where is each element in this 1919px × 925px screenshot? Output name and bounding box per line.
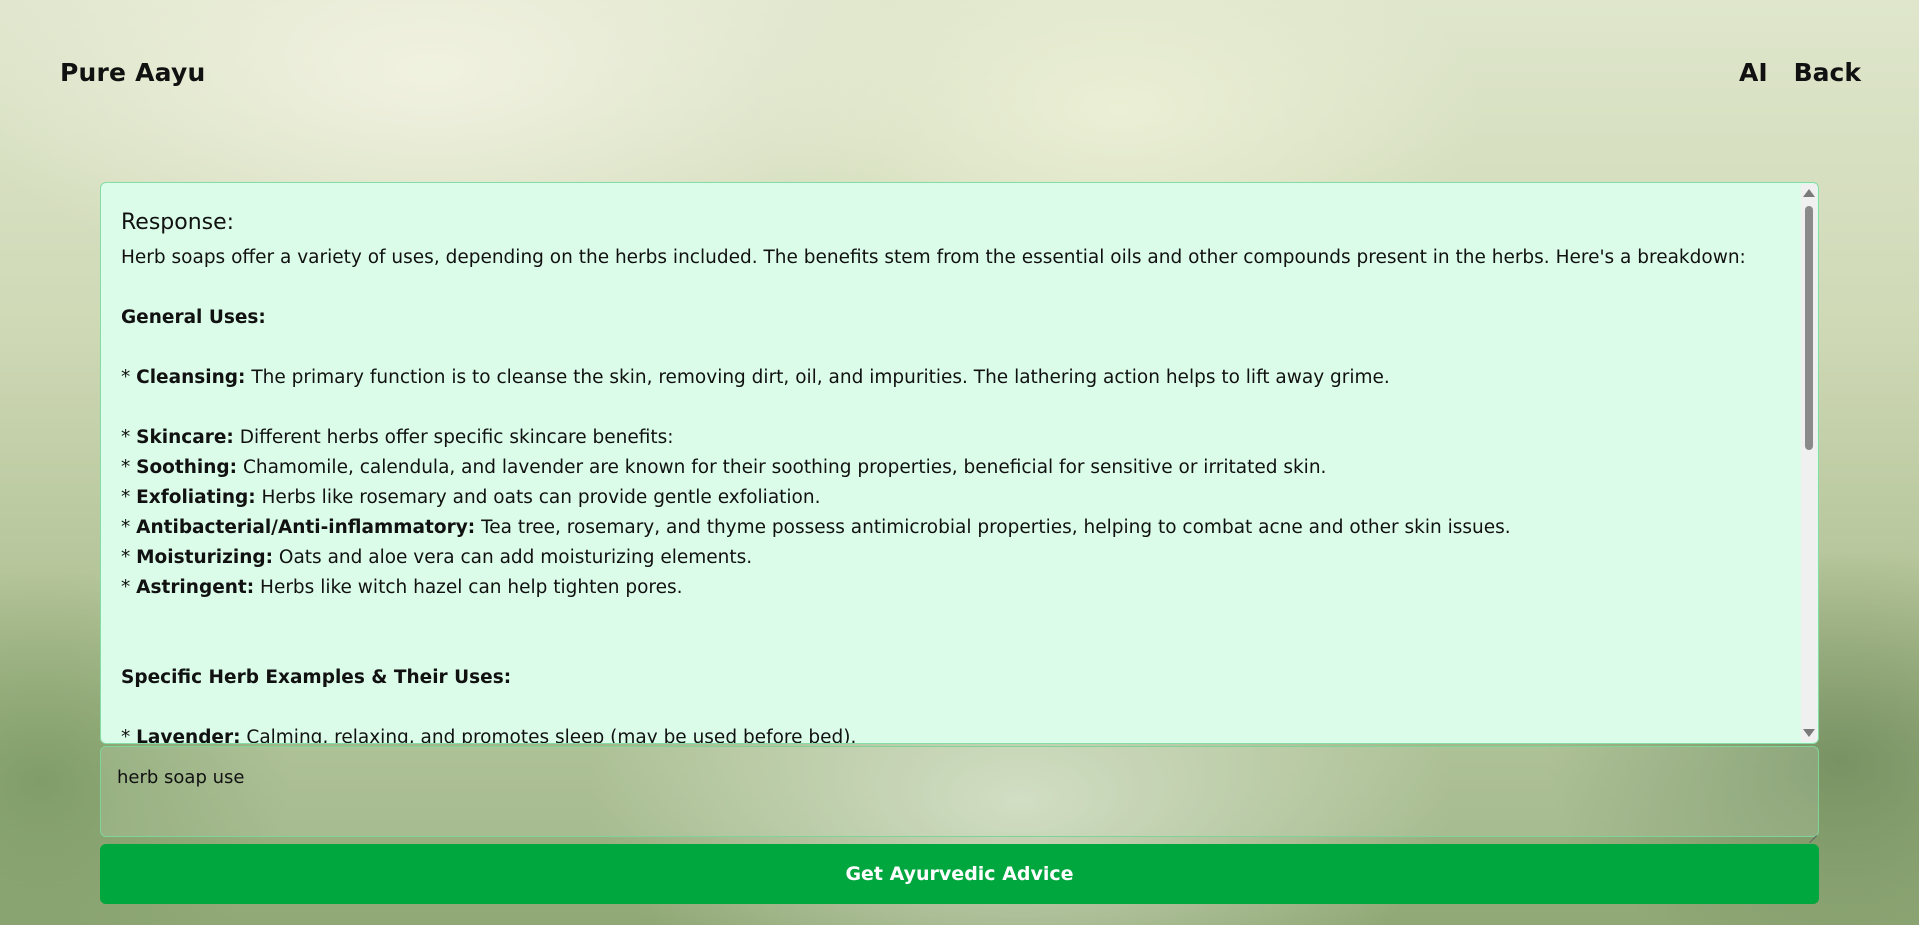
response-list-item: * Astringent: Herbs like witch hazel can… — [121, 573, 1788, 603]
top-navigation: Pure Aayu AI Back — [0, 0, 1919, 150]
scroll-up-arrow-icon[interactable] — [1803, 189, 1815, 197]
response-list-item: * Cleansing: The primary function is to … — [121, 363, 1788, 393]
item-text: Calming, relaxing, and promotes sleep (m… — [240, 727, 857, 744]
bullet-prefix: * — [121, 577, 137, 598]
item-text: Different herbs offer specific skincare … — [233, 427, 674, 448]
scroll-down-arrow-icon[interactable] — [1803, 729, 1815, 737]
response-list-item: * Lavender: Calming, relaxing, and promo… — [121, 723, 1788, 744]
specific-herbs-heading: Specific Herb Examples & Their Uses: — [121, 667, 512, 688]
general-uses-heading: General Uses: — [121, 307, 266, 328]
nav-link-ai[interactable]: AI — [1739, 58, 1768, 87]
item-text: Herbs like witch hazel can help tighten … — [254, 577, 683, 598]
grip-line — [1812, 835, 1817, 840]
item-term: Antibacterial/Anti-inflammatory: — [136, 517, 476, 538]
item-term: Astringent: — [136, 577, 255, 598]
response-list-item: * Moisturizing: Oats and aloe vera can a… — [121, 543, 1788, 573]
item-text: Herbs like rosemary and oats can provide… — [255, 487, 821, 508]
bullet-prefix: * — [121, 367, 137, 388]
response-scrollbar[interactable] — [1801, 184, 1817, 742]
response-panel[interactable]: Response: Herb soaps offer a variety of … — [100, 182, 1819, 744]
question-input[interactable]: herb soap use — [100, 746, 1819, 837]
response-list-item: * Exfoliating: Herbs like rosemary and o… — [121, 483, 1788, 513]
brand-logo-text[interactable]: Pure Aayu — [60, 58, 205, 87]
item-text: Chamomile, calendula, and lavender are k… — [237, 457, 1327, 478]
item-term: Skincare: — [136, 427, 234, 448]
response-list-item: * Antibacterial/Anti-inflammatory: Tea t… — [121, 513, 1788, 543]
bullet-prefix: * — [121, 427, 137, 448]
scroll-thumb[interactable] — [1805, 206, 1813, 450]
header-nav-links: AI Back — [1739, 58, 1861, 87]
response-list-item: * Skincare: Different herbs offer specif… — [121, 423, 1788, 453]
bullet-prefix: * — [121, 487, 137, 508]
response-content: Response: Herb soaps offer a variety of … — [121, 207, 1788, 744]
bullet-prefix: * — [121, 727, 137, 744]
item-term: Exfoliating: — [136, 487, 256, 508]
item-text: Tea tree, rosemary, and thyme possess an… — [475, 517, 1511, 538]
get-advice-button[interactable]: Get Ayurvedic Advice — [100, 844, 1819, 904]
item-term: Moisturizing: — [136, 547, 274, 568]
response-intro: Herb soaps offer a variety of uses, depe… — [121, 247, 1746, 268]
bullet-prefix: * — [121, 457, 137, 478]
response-list-item: * Soothing: Chamomile, calendula, and la… — [121, 453, 1788, 483]
bullet-prefix: * — [121, 517, 137, 538]
item-term: Cleansing: — [136, 367, 246, 388]
item-text: Oats and aloe vera can add moisturizing … — [273, 547, 753, 568]
bullet-prefix: * — [121, 547, 137, 568]
item-text: The primary function is to cleanse the s… — [245, 367, 1390, 388]
nav-link-back[interactable]: Back — [1794, 58, 1861, 87]
response-heading: Response: — [121, 210, 235, 235]
item-term: Lavender: — [136, 727, 241, 744]
item-term: Soothing: — [136, 457, 238, 478]
resize-grip-icon[interactable] — [1807, 826, 1817, 844]
